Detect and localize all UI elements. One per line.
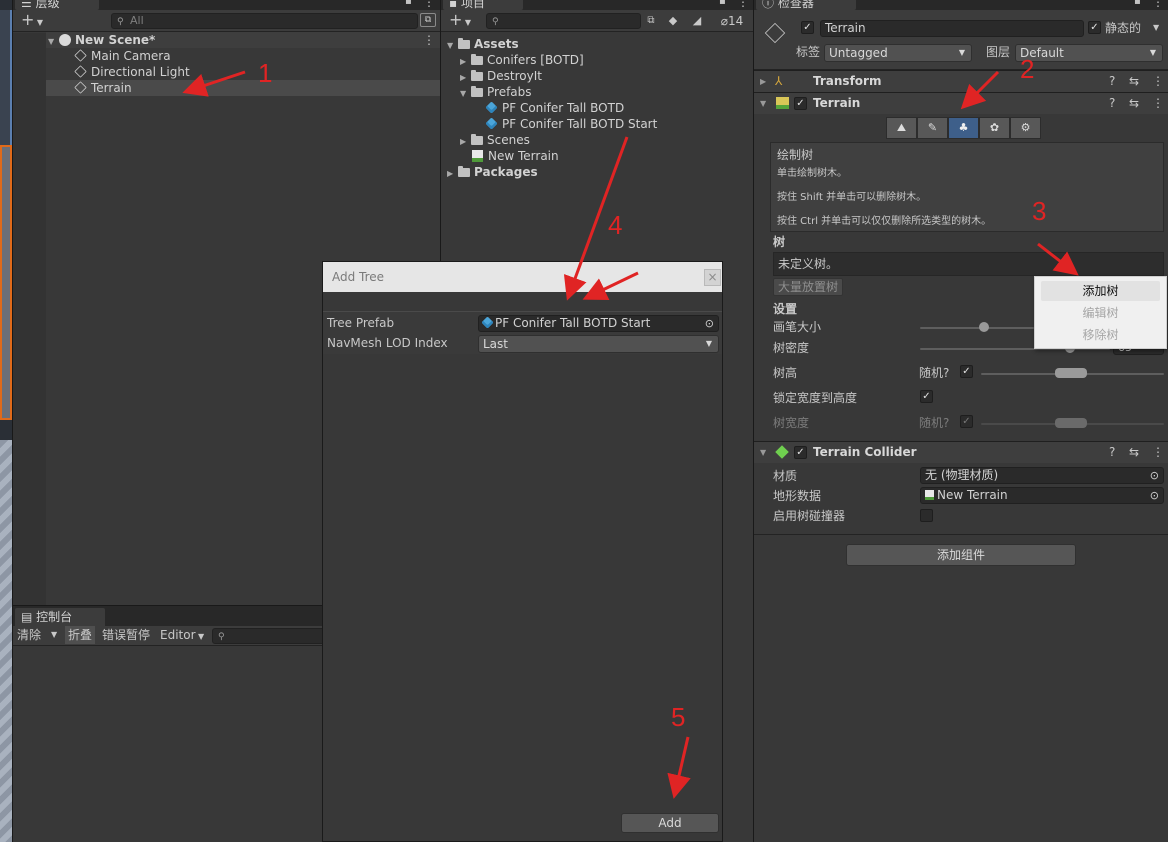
annotation-arrows: [182, 70, 1079, 799]
annotation-2: 2: [1020, 54, 1035, 84]
annotation-5: 5: [671, 702, 686, 732]
annotation-arrow-4b: [582, 271, 639, 301]
annotation-arrow-3: [1037, 242, 1079, 276]
annotation-1: 1: [258, 58, 273, 88]
annotation-arrow-1: [182, 70, 246, 97]
annotation-4: 4: [608, 210, 623, 240]
annotation-arrow-5: [667, 736, 691, 799]
annotation-3: 3: [1032, 196, 1047, 226]
annotation-arrow-2: [960, 70, 1000, 110]
